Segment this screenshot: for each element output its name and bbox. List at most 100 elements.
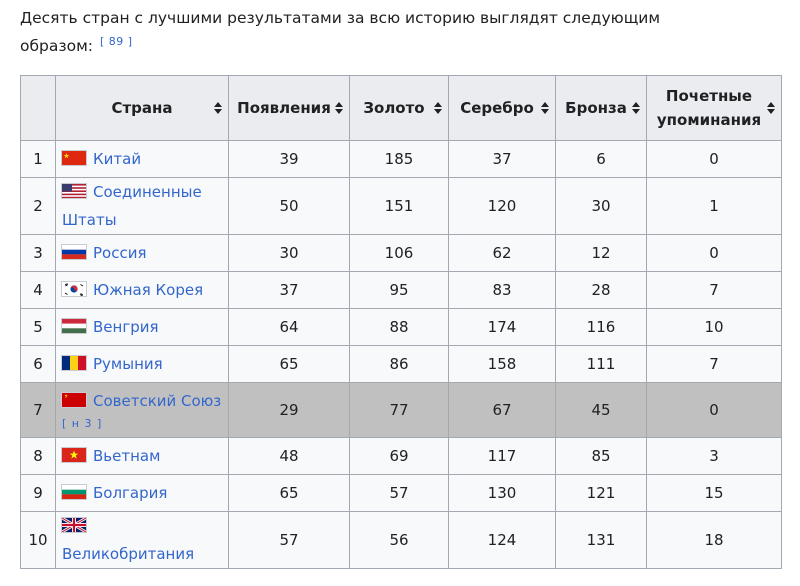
header-label: Бронза — [565, 99, 627, 117]
sort-icon[interactable] — [335, 102, 343, 114]
table-row: 3 Россия 30 106 62 12 0 — [20, 234, 782, 272]
gold-cell: 88 — [349, 308, 449, 346]
table-row: 6 Румыния 65 86 158 111 7 — [20, 345, 782, 383]
country-link[interactable]: Великобритания — [62, 545, 194, 563]
appearances-cell: 65 — [228, 474, 350, 512]
soviet-union-flag-icon — [62, 393, 86, 407]
gold-cell: 57 — [349, 474, 449, 512]
header-label: Появления — [237, 99, 331, 117]
sort-icon[interactable] — [767, 102, 775, 114]
rank-cell: 3 — [20, 234, 56, 272]
silver-cell: 117 — [448, 437, 556, 475]
sort-icon[interactable] — [632, 102, 640, 114]
bronze-cell: 121 — [555, 474, 647, 512]
table-row: 8 Вьетнам 48 69 117 85 3 — [20, 437, 782, 475]
country-link[interactable]: Китай — [93, 150, 141, 168]
silver-cell: 62 — [448, 234, 556, 272]
bronze-cell: 12 — [555, 234, 647, 272]
header-label: Серебро — [460, 99, 534, 117]
sort-icon[interactable] — [541, 102, 549, 114]
bronze-column-header[interactable]: Бронза — [555, 75, 647, 141]
country-link[interactable]: Советский Союз — [93, 392, 221, 410]
table-row: 4 Южная Корея 37 95 83 28 7 — [20, 271, 782, 309]
honourable-cell: 10 — [646, 308, 782, 346]
romania-flag-icon — [62, 356, 86, 370]
rank-cell: 7 — [20, 382, 56, 438]
country-link[interactable]: Вьетнам — [93, 447, 160, 465]
appearances-cell: 29 — [228, 382, 350, 438]
rank-cell: 6 — [20, 345, 56, 383]
gold-cell: 151 — [349, 177, 449, 235]
country-cell: Советский Союз [ н 3 ] — [55, 382, 229, 438]
rank-cell: 8 — [20, 437, 56, 475]
gold-cell: 56 — [349, 511, 449, 569]
silver-cell: 124 — [448, 511, 556, 569]
bronze-cell: 28 — [555, 271, 647, 309]
bronze-cell: 131 — [555, 511, 647, 569]
rank-cell: 10 — [20, 511, 56, 569]
appearances-cell: 37 — [228, 271, 350, 309]
appearances-column-header[interactable]: Появления — [228, 75, 350, 141]
silver-cell: 120 — [448, 177, 556, 235]
intro-paragraph: Десять стран с лучшими результатами за в… — [20, 4, 700, 60]
russia-flag-icon — [62, 245, 86, 259]
table-header-row: Страна Появления Золото Серебро Бронза П… — [20, 75, 782, 141]
rank-cell: 2 — [20, 177, 56, 235]
rank-column-header — [20, 75, 56, 141]
table-row: 5 Венгрия 64 88 174 116 10 — [20, 308, 782, 346]
silver-column-header[interactable]: Серебро — [448, 75, 556, 141]
country-link[interactable]: Болгария — [93, 484, 167, 502]
country-cell: Венгрия — [55, 308, 229, 346]
country-cell: Румыния — [55, 345, 229, 383]
header-label: Почетные упоминания — [656, 87, 762, 129]
bulgaria-flag-icon — [62, 485, 86, 499]
gold-column-header[interactable]: Золото — [349, 75, 449, 141]
honourable-cell: 0 — [646, 140, 782, 178]
honourable-cell: 3 — [646, 437, 782, 475]
appearances-cell: 64 — [228, 308, 350, 346]
sort-icon[interactable] — [434, 102, 442, 114]
appearances-cell: 50 — [228, 177, 350, 235]
appearances-cell: 30 — [228, 234, 350, 272]
silver-cell: 174 — [448, 308, 556, 346]
uk-flag-icon — [62, 518, 86, 532]
china-flag-icon — [62, 151, 86, 165]
honourable-cell: 18 — [646, 511, 782, 569]
bronze-cell: 30 — [555, 177, 647, 235]
silver-cell: 67 — [448, 382, 556, 438]
header-label: Золото — [363, 99, 425, 117]
gold-cell: 69 — [349, 437, 449, 475]
bronze-cell: 45 — [555, 382, 647, 438]
bronze-cell: 6 — [555, 140, 647, 178]
table-row: 9 Болгария 65 57 130 121 15 — [20, 474, 782, 512]
appearances-cell: 57 — [228, 511, 350, 569]
reference-link[interactable]: [ 89 ] — [100, 35, 133, 48]
gold-cell: 106 — [349, 234, 449, 272]
silver-cell: 83 — [448, 271, 556, 309]
honourable-cell: 15 — [646, 474, 782, 512]
gold-cell: 86 — [349, 345, 449, 383]
header-label: Страна — [111, 99, 173, 117]
note-link[interactable]: [ н 3 ] — [62, 415, 222, 433]
country-link[interactable]: Южная Корея — [93, 281, 203, 299]
medal-table: Страна Появления Золото Серебро Бронза П… — [20, 75, 782, 569]
honourable-column-header[interactable]: Почетные упоминания — [646, 75, 782, 141]
country-link[interactable]: Венгрия — [93, 318, 159, 336]
table-row: 2 Соединенные Штаты 50 151 120 30 1 — [20, 177, 782, 235]
rank-cell: 9 — [20, 474, 56, 512]
gold-cell: 185 — [349, 140, 449, 178]
country-column-header[interactable]: Страна — [55, 75, 229, 141]
country-link[interactable]: Румыния — [93, 355, 163, 373]
intro-text: Десять стран с лучшими результатами за в… — [20, 9, 661, 55]
silver-cell: 37 — [448, 140, 556, 178]
country-cell: Великобритания — [55, 511, 229, 569]
silver-cell: 158 — [448, 345, 556, 383]
country-link[interactable]: Россия — [93, 244, 147, 262]
gold-cell: 95 — [349, 271, 449, 309]
sort-icon[interactable] — [214, 102, 222, 114]
south-korea-flag-icon — [62, 282, 86, 296]
appearances-cell: 39 — [228, 140, 350, 178]
honourable-cell: 7 — [646, 271, 782, 309]
country-cell: Соединенные Штаты — [55, 177, 229, 235]
appearances-cell: 48 — [228, 437, 350, 475]
